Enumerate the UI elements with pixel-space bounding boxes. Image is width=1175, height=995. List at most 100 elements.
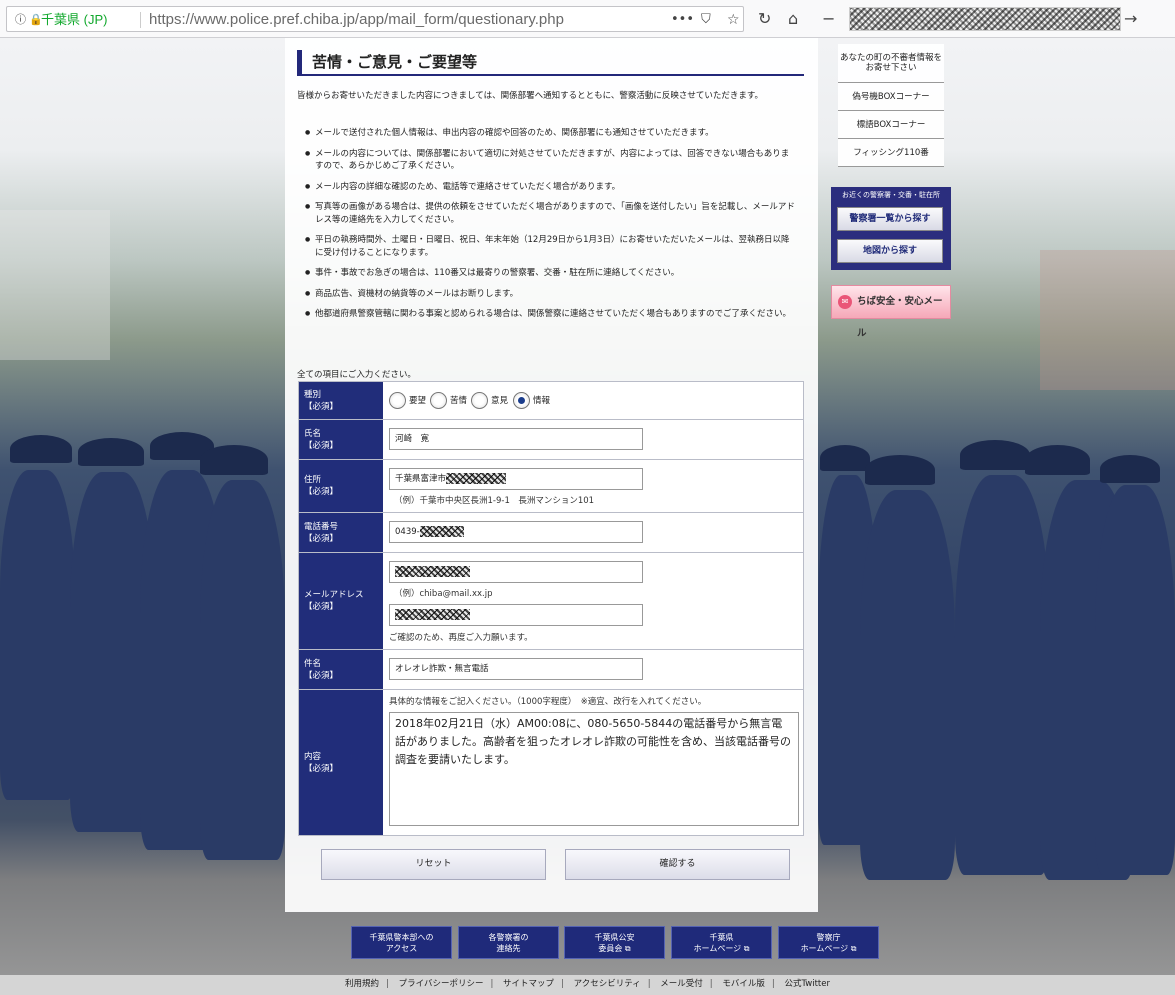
redacted-mosaic xyxy=(395,566,470,577)
required-note: 全ての項目にご入力ください。 xyxy=(297,370,416,380)
phone-input[interactable]: 0439- xyxy=(389,521,643,543)
radio-request[interactable]: 要望 xyxy=(389,391,426,409)
content-hint: 具体的な情報をご記入ください。（1000字程度） ※適宜、改行を入れてください。 xyxy=(389,697,707,707)
address-input[interactable]: 千葉県富津市 xyxy=(389,468,643,490)
radio-information[interactable]: 情報 xyxy=(513,391,550,409)
url-separator xyxy=(140,12,141,28)
note-item: メールで送付された個人情報は、申出内容の確認や回答のため、関係部署にも通知させて… xyxy=(305,127,797,140)
footer-station-contacts-button[interactable]: 各警察署の 連絡先 xyxy=(458,926,559,959)
footer-bar: 利用規約 | プライバシーポリシー | サイトマップ | アクセシビリティ | メール受… xyxy=(0,975,1175,995)
footer-link-twitter[interactable]: 公式Twitter xyxy=(784,979,830,989)
address-label-text: 住所 xyxy=(304,475,322,485)
note-item: 写真等の画像がある場合は、提供の依頼をさせていただく場合がありますので、「画像を… xyxy=(305,201,797,226)
content-label-text: 内容 xyxy=(304,751,322,762)
subject-input[interactable]: オレオレ詐欺・無言電話 xyxy=(389,658,643,680)
content-label: 内容 【必須】 xyxy=(299,690,383,835)
address-label: 住所 【必須】 xyxy=(299,460,383,512)
content-textarea[interactable]: 2018年02月21日（水）AM00:08に、080-5650-5844の電話番… xyxy=(389,712,799,826)
type-label: 種別 【必須】 xyxy=(299,382,383,419)
radio-button[interactable] xyxy=(471,391,488,409)
station-list-button[interactable]: 警察署一覧から探す xyxy=(837,207,943,231)
required-mark: 【必須】 xyxy=(304,487,339,497)
mail-icon: ✉ xyxy=(838,295,852,309)
note-item: 事件・事故でお急ぎの場合は、110番又は最寄りの警察署、交番・駐在所に連絡してく… xyxy=(305,267,797,280)
subject-label: 件名 【必須】 xyxy=(299,650,383,689)
footer-chiba-pref-homepage-button[interactable]: 千葉県 ホームページ ⧉ xyxy=(671,926,772,959)
reset-button[interactable]: リセット xyxy=(321,849,546,880)
sidebar-link-phishing[interactable]: フィッシング110番 xyxy=(838,139,944,167)
radio-complaint[interactable]: 苦情 xyxy=(430,391,467,409)
station-map-button[interactable]: 地図から探す xyxy=(837,239,943,263)
sidebar-link-slogan-box[interactable]: 標語BOXコーナー xyxy=(838,111,944,139)
bookmark-star-icon[interactable]: ☆ xyxy=(727,7,740,33)
browser-toolbar: ⓘ 🔒 千葉県 (JP) https://www.police.pref.chi… xyxy=(0,0,1175,38)
phone-label: 電話番号 【必須】 xyxy=(299,513,383,552)
subject-label-text: 件名 xyxy=(304,658,322,669)
form-row-address: 住所 【必須】 千葉県富津市 （例）千葉市中央区長洲1-9-1 長洲マンション1… xyxy=(298,459,804,513)
footer-link-mail[interactable]: メール受付 xyxy=(660,979,703,989)
required-mark: 【必須】 xyxy=(304,763,339,774)
redacted-mosaic xyxy=(419,526,464,537)
required-mark: 【必須】 xyxy=(304,533,339,544)
home-icon[interactable]: ⌂ xyxy=(788,6,798,32)
redacted-mosaic xyxy=(446,473,507,484)
required-mark: 【必須】 xyxy=(304,602,339,612)
email-label: メールアドレス 【必須】 xyxy=(299,553,383,649)
footer-link-sitemap[interactable]: サイトマップ xyxy=(503,979,554,989)
email-example: （例）chiba@mail.xx.jp xyxy=(394,589,493,599)
page-actions-icon[interactable]: ••• xyxy=(671,7,694,33)
notes-list: メールで送付された個人情報は、申出内容の確認や回答のため、関係部署にも通知させて… xyxy=(305,127,797,329)
email-confirm-note: ご確認のため、再度ご入力願います。 xyxy=(389,633,533,643)
address-example: （例）千葉市中央区長洲1-9-1 長洲マンション101 xyxy=(394,496,595,506)
email-input[interactable] xyxy=(389,561,643,583)
site-identity[interactable]: 千葉県 (JP) xyxy=(41,7,107,33)
search-box[interactable] xyxy=(849,7,1121,31)
footer-links: 利用規約 | プライバシーポリシー | サイトマップ | アクセシビリティ | メール受… xyxy=(345,979,830,989)
sidebar-link-suspicious[interactable]: あなたの町の不審者情報をお寄せ下さい xyxy=(838,44,944,83)
required-mark: 【必須】 xyxy=(304,440,339,451)
type-options: 要望 苦情 意見 情報 xyxy=(384,382,803,419)
footer-hq-access-button[interactable]: 千葉県警本部への アクセス xyxy=(351,926,452,959)
radio-opinion[interactable]: 意見 xyxy=(471,391,508,409)
footer-link-privacy[interactable]: プライバシーポリシー xyxy=(399,979,484,989)
name-label: 氏名 【必須】 xyxy=(299,420,383,459)
footer-link-mobile[interactable]: モバイル版 xyxy=(722,979,765,989)
phone-label-text: 電話番号 xyxy=(304,521,339,532)
note-item: 他都道府県警察管轄に関わる事案と認められる場合は、関係警察に連絡させていただく場… xyxy=(305,308,797,321)
form-row-subject: 件名 【必須】 オレオレ詐欺・無言電話 xyxy=(298,649,804,690)
sidebar-link-signal-box[interactable]: 偽号機BOXコーナー xyxy=(838,83,944,111)
radio-button[interactable] xyxy=(389,391,406,409)
minimize-icon[interactable]: − xyxy=(822,6,835,32)
url-text[interactable]: https://www.police.pref.chiba.jp/app/mai… xyxy=(149,7,564,33)
form-row-name: 氏名 【必須】 河崎 寛 xyxy=(298,419,804,460)
page-title: 苦情・ご意見・ご要望等 xyxy=(297,50,804,76)
intro-text: 皆様からお寄せいただきました内容につきましては、関係部署へ通知するとともに、警察… xyxy=(297,91,763,101)
safety-mail-label: ちば安全・安心メール xyxy=(857,296,943,339)
name-input[interactable]: 河崎 寛 xyxy=(389,428,643,450)
required-mark: 【必須】 xyxy=(304,670,339,681)
info-icon[interactable]: ⓘ xyxy=(15,7,26,33)
station-finder: お近くの警察署・交番・駐在所 警察署一覧から探す 地図から探す xyxy=(831,187,951,270)
form-row-email: メールアドレス 【必須】 （例）chiba@mail.xx.jp ご確認のため、… xyxy=(298,552,804,650)
go-arrow-icon[interactable]: → xyxy=(1124,6,1137,32)
note-item: 平日の執務時間外、土曜日・日曜日、祝日、年末年始（12月29日から1月3日）にお… xyxy=(305,234,797,259)
email-label-text: メールアドレス xyxy=(304,590,364,600)
type-label-text: 種別 xyxy=(304,389,322,400)
radio-button[interactable] xyxy=(430,391,447,409)
email-confirm-input[interactable] xyxy=(389,604,643,626)
footer-public-safety-commission-button[interactable]: 千葉県公安 委員会 ⧉ xyxy=(564,926,665,959)
footer-link-terms[interactable]: 利用規約 xyxy=(345,979,379,989)
form-row-content: 内容 【必須】 具体的な情報をご記入ください。（1000字程度） ※適宜、改行を… xyxy=(298,689,804,836)
radio-button-selected[interactable] xyxy=(513,391,530,409)
pocket-icon[interactable]: ⛉ xyxy=(701,7,711,33)
footer-npa-homepage-button[interactable]: 警察庁 ホームページ ⧉ xyxy=(778,926,879,959)
address-bar[interactable]: ⓘ 🔒 千葉県 (JP) https://www.police.pref.chi… xyxy=(6,6,744,32)
form-row-phone: 電話番号 【必須】 0439- xyxy=(298,512,804,553)
confirm-button[interactable]: 確認する xyxy=(565,849,790,880)
note-item: メールの内容については、関係部署において適切に対処させていただきますが、内容によ… xyxy=(305,148,797,173)
note-item: メール内容の詳細な確認のため、電話等で連絡させていただく場合があります。 xyxy=(305,181,797,194)
footer-link-accessibility[interactable]: アクセシビリティ xyxy=(574,979,641,989)
safety-mail-banner[interactable]: ✉ ちば安全・安心メール xyxy=(831,285,951,339)
reload-icon[interactable]: ↻ xyxy=(758,6,771,32)
redacted-mosaic xyxy=(395,609,470,620)
